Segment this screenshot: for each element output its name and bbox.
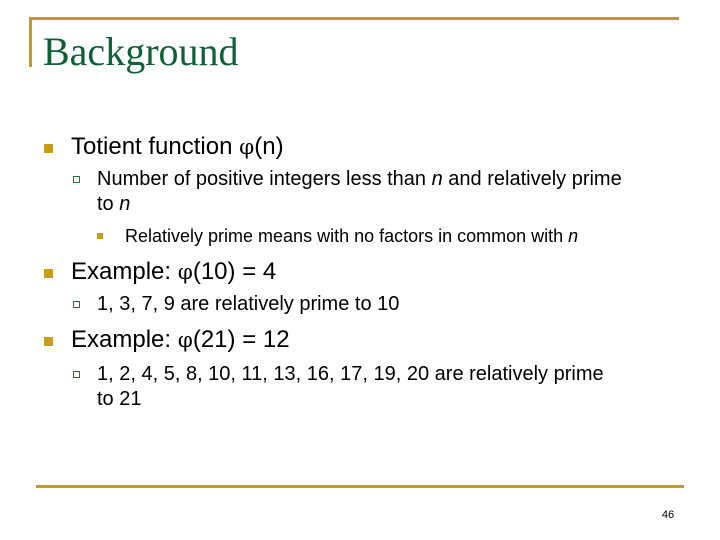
definition-text-c: to: [97, 193, 120, 215]
example-detail-line-2: to 21: [97, 388, 142, 410]
example-expression: (21) = 12: [192, 326, 290, 353]
variable-n: n: [431, 168, 443, 190]
definition-line-1: Number of positive integers less than n …: [97, 167, 697, 192]
bullet-totient-function: Totient function φ(n): [71, 133, 284, 162]
definition-line-2: to n: [97, 192, 697, 217]
bullet-example-phi-10-detail: 1, 3, 7, 9 are relatively prime to 10: [97, 292, 399, 317]
example-label: Example:: [71, 258, 178, 285]
phi-symbol: φ: [177, 328, 193, 353]
totient-arg: (n): [254, 133, 284, 160]
totient-label: Totient function: [71, 133, 240, 160]
bullet-square-icon: [44, 337, 53, 346]
hollow-square-bullet-icon: [73, 176, 80, 183]
hollow-square-bullet-icon: [73, 301, 80, 308]
example-expression: (10) = 4: [192, 258, 277, 285]
variable-n: n: [568, 226, 579, 246]
bullet-example-phi-10: Example: φ(10) = 4: [71, 258, 276, 287]
example-detail-line-1: 1, 2, 4, 5, 8, 10, 11, 13, 16, 17, 19, 2…: [97, 363, 604, 385]
bullet-example-phi-21-detail: 1, 2, 4, 5, 8, 10, 11, 13, 16, 17, 19, 2…: [97, 362, 697, 412]
top-border-line: [29, 17, 679, 20]
bullet-relatively-prime-meaning: Relatively prime means with no factors i…: [125, 225, 578, 247]
example-detail-text: 1, 3, 7, 9 are relatively prime to 10: [97, 293, 400, 315]
left-border-line: [29, 17, 32, 67]
phi-symbol: φ: [177, 260, 193, 285]
definition-text-b: and relatively prime: [442, 168, 622, 190]
meaning-text: Relatively prime means with no factors i…: [125, 226, 569, 246]
definition-text-a: Number of positive integers less than: [97, 168, 432, 190]
bullet-totient-definition: Number of positive integers less than n …: [97, 167, 697, 217]
bottom-border-line: [36, 485, 684, 488]
bullet-example-phi-21: Example: φ(21) = 12: [71, 326, 290, 355]
hollow-square-bullet-icon: [73, 371, 80, 378]
bullet-square-icon: [44, 269, 53, 278]
slide-title: Background: [43, 29, 239, 74]
variable-n: n: [119, 193, 131, 215]
example-label: Example:: [71, 326, 178, 353]
bullet-square-icon: [44, 144, 53, 153]
phi-symbol: φ: [239, 135, 255, 160]
page-number: 46: [661, 509, 675, 521]
small-square-bullet-icon: [97, 233, 103, 239]
